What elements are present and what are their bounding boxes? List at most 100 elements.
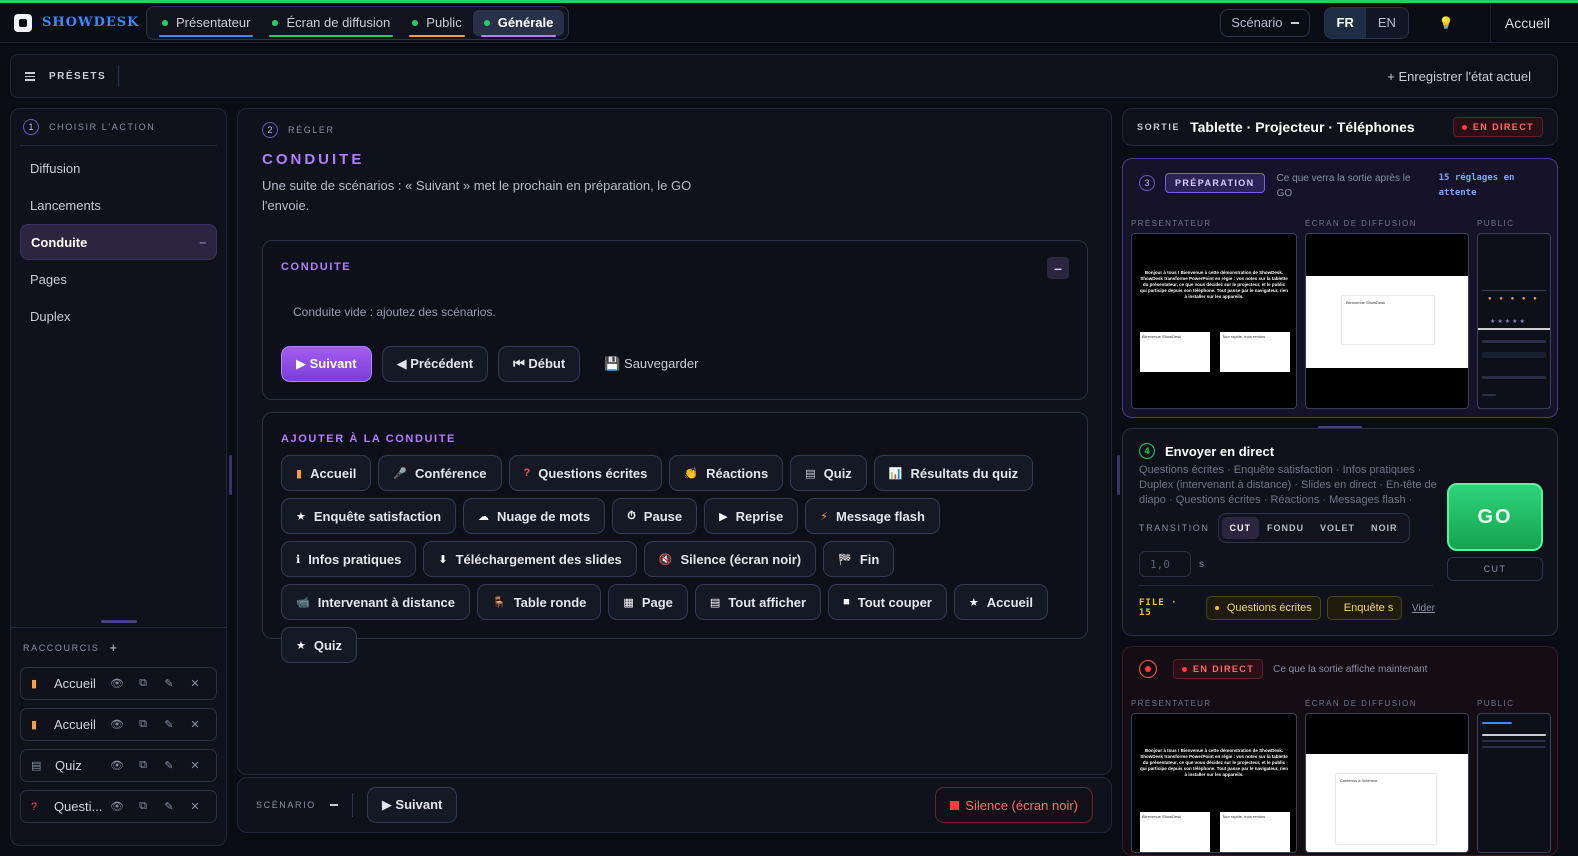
screen-label: PUBLIC <box>1477 699 1515 708</box>
add-scenario-button[interactable]: ☁ Nuage de mots <box>463 498 606 534</box>
duration-input[interactable]: 1,0 <box>1139 551 1191 577</box>
shortcut-item[interactable]: ? Questi... 👁 ⧉ ✎ ✕ <box>20 790 217 823</box>
add-scenario-button[interactable]: ⚡ Message flash <box>805 498 940 534</box>
close-icon[interactable]: ✕ <box>182 677 208 690</box>
start-button[interactable]: ⏮ Début <box>498 346 581 382</box>
nav-item[interactable]: Diffusion <box>20 150 217 186</box>
duplicate-icon[interactable]: ⧉ <box>130 800 156 813</box>
add-scenario-button[interactable]: ▤ Quiz <box>790 455 867 491</box>
scenario-toggle[interactable]: Scénario <box>1220 8 1310 37</box>
preparation-note: Ce que verra la sortie après le GO <box>1276 173 1411 199</box>
mode-tab[interactable]: Présentateur <box>151 10 261 37</box>
edit-icon[interactable]: ✎ <box>156 759 182 772</box>
minus-icon[interactable] <box>329 804 338 806</box>
add-scenario-button[interactable]: ▶ Reprise <box>704 498 799 534</box>
transition-option[interactable]: FONDU <box>1259 517 1312 539</box>
transition-option[interactable]: CUT <box>1221 517 1260 539</box>
cut-button[interactable]: CUT <box>1447 557 1543 581</box>
shortcut-item[interactable]: ▮ Accueil 👁 ⧉ ✎ ✕ <box>20 667 217 700</box>
lang-fr-button[interactable]: FR <box>1324 7 1366 38</box>
close-icon[interactable]: ✕ <box>182 718 208 731</box>
presenter-preview[interactable]: Bonjour à tous ! Bienvenue à cette démon… <box>1131 233 1297 409</box>
add-scenario-button[interactable]: ★ Enquête satisfaction <box>281 498 457 534</box>
add-scenario-button[interactable]: 📹 Intervenant à distance <box>281 584 470 620</box>
add-scenario-button[interactable]: ★ Quiz <box>281 627 358 663</box>
duplicate-icon[interactable]: ⧉ <box>130 759 156 772</box>
scenario-label: Résultats du quiz <box>910 465 1019 481</box>
card-title: CONDUITE <box>281 261 352 273</box>
logo-icon <box>14 13 32 32</box>
presenter-live[interactable]: Bonjour à tous ! Bienvenue à cette démon… <box>1131 713 1297 853</box>
close-icon[interactable]: ✕ <box>182 759 208 772</box>
transition-option[interactable]: VOLET <box>1312 517 1363 539</box>
add-scenario-button[interactable]: 📊 Résultats du quiz <box>873 455 1034 491</box>
scenario-label: Quiz <box>823 465 852 481</box>
shortcut-item[interactable]: ▤ Quiz 👁 ⧉ ✎ ✕ <box>20 749 217 782</box>
close-icon[interactable]: ✕ <box>182 800 208 813</box>
nav-item[interactable]: Lancements <box>20 187 217 223</box>
eye-icon[interactable]: 👁 <box>104 718 130 731</box>
scenario-next-button[interactable]: ▶ Suivant <box>366 787 458 823</box>
save-state-button[interactable]: + Enregistrer l'état actuel <box>1387 69 1531 84</box>
column-resize-handle[interactable] <box>229 455 232 495</box>
resize-handle[interactable] <box>101 620 137 623</box>
add-scenario-button[interactable]: 🔇 Silence (écran noir) <box>643 541 817 577</box>
mode-tab[interactable]: Écran de diffusion <box>261 10 401 37</box>
public-live[interactable] <box>1477 713 1551 853</box>
collapse-button[interactable]: – <box>1047 257 1069 279</box>
lang-en-button[interactable]: EN <box>1366 8 1408 38</box>
queue-chip[interactable]: Questions écrites <box>1205 596 1321 620</box>
lightbulb-icon[interactable]: 💡 <box>1439 16 1454 30</box>
nav-item[interactable]: Pages <box>20 261 217 297</box>
column-resize-handle[interactable] <box>1117 455 1120 495</box>
projector-preview[interactable]: Bienvenue ShowDesk <box>1305 233 1469 409</box>
app-name: SHOWDESK <box>42 15 140 30</box>
live-badge: EN DIRECT <box>1173 659 1264 679</box>
add-scenario-button[interactable]: 👏 Réactions <box>669 455 784 491</box>
duplicate-icon[interactable]: ⧉ <box>130 718 156 731</box>
add-scenario-button[interactable]: ⬇ Téléchargement des slides <box>423 541 637 577</box>
add-scenario-button[interactable]: ⏱ Pause <box>612 498 698 534</box>
scenario-icon: ▮ <box>296 467 303 480</box>
clear-queue-link[interactable]: Vider <box>1412 603 1435 614</box>
scenario-icon: ▤ <box>805 467 816 480</box>
public-preview[interactable]: ● ● ● ● ● ★★★★★ <box>1477 233 1551 409</box>
add-shortcut-button[interactable]: + <box>110 640 119 655</box>
add-scenario-button[interactable]: ℹ Infos pratiques <box>281 541 417 577</box>
add-scenario-button[interactable]: ★ Accueil <box>953 584 1048 620</box>
shortcut-label: Accueil <box>53 676 96 691</box>
home-link[interactable]: Accueil <box>1489 2 1550 43</box>
queue-chip[interactable]: Enquête s <box>1326 596 1402 620</box>
transition-option[interactable]: NOIR <box>1363 517 1406 539</box>
save-button[interactable]: 💾 Sauvegarder <box>590 346 712 382</box>
scenario-label: Tout afficher <box>728 594 807 610</box>
silence-button[interactable]: Silence (écran noir) <box>935 787 1093 823</box>
mode-tab[interactable]: Public <box>401 10 472 37</box>
edit-icon[interactable]: ✎ <box>156 718 182 731</box>
nav-item[interactable]: Duplex <box>20 298 217 334</box>
add-scenario-button[interactable]: 🪑 Table ronde <box>476 584 602 620</box>
add-scenario-button[interactable]: ▮ Accueil <box>281 455 372 491</box>
shortcut-item[interactable]: ▮ Accueil 👁 ⧉ ✎ ✕ <box>20 708 217 741</box>
go-button[interactable]: GO <box>1447 483 1543 551</box>
next-button[interactable]: ▶ Suivant <box>281 346 372 382</box>
nav-item[interactable]: Conduite – <box>20 224 217 260</box>
previous-button[interactable]: ◀ Précédent <box>381 346 489 382</box>
edit-icon[interactable]: ✎ <box>156 800 182 813</box>
add-scenario-button[interactable]: ▦ Page <box>608 584 688 620</box>
edit-icon[interactable]: ✎ <box>156 677 182 690</box>
add-scenario-button[interactable]: 🎤 Conférence <box>378 455 502 491</box>
projector-live[interactable]: Contenus à l'intérieur <box>1305 713 1469 853</box>
mode-tab[interactable]: Générale <box>472 9 565 37</box>
step-number: 4 <box>1139 443 1155 459</box>
conduite-card: CONDUITE – Conduite vide : ajoutez des s… <box>262 240 1088 400</box>
section-description: Une suite de scénarios : « Suivant » met… <box>262 178 692 213</box>
add-scenario-button[interactable]: ■ Tout couper <box>828 584 947 620</box>
add-scenario-button[interactable]: ? Questions écrites <box>508 455 663 491</box>
eye-icon[interactable]: 👁 <box>104 800 130 813</box>
add-scenario-button[interactable]: ▤ Tout afficher <box>694 584 822 620</box>
add-scenario-button[interactable]: 🏁 Fin <box>823 541 895 577</box>
eye-icon[interactable]: 👁 <box>104 677 130 690</box>
eye-icon[interactable]: 👁 <box>104 759 130 772</box>
duplicate-icon[interactable]: ⧉ <box>130 677 156 690</box>
